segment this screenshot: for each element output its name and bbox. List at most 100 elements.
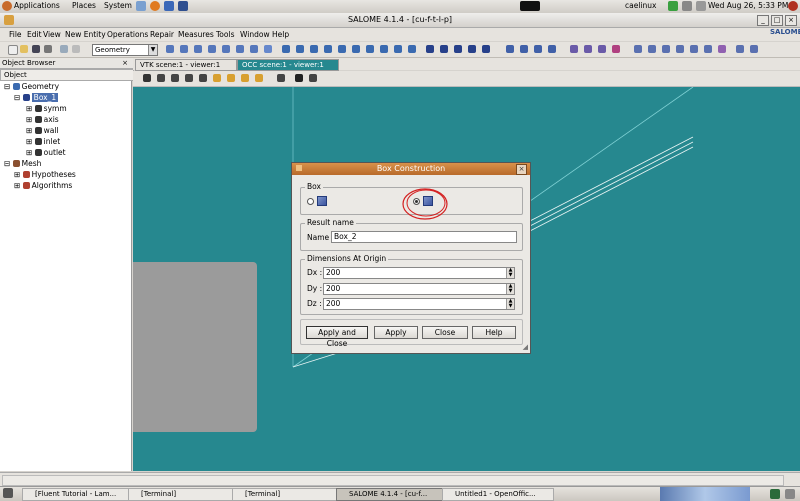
- tool-shape-3-icon[interactable]: [310, 45, 318, 53]
- boolean-1-icon[interactable]: [506, 45, 514, 53]
- box-tool-icon[interactable]: [426, 45, 434, 53]
- op-4-icon[interactable]: [676, 45, 684, 53]
- open-icon[interactable]: [20, 45, 28, 53]
- minimize-button[interactable]: _: [757, 15, 769, 26]
- tool-arc-icon[interactable]: [208, 45, 216, 53]
- tool-shape-8-icon[interactable]: [380, 45, 388, 53]
- workspace-thumbnail[interactable]: [660, 487, 750, 501]
- tool-shape-9-icon[interactable]: [394, 45, 402, 53]
- tool-shape-6-icon[interactable]: [352, 45, 360, 53]
- system-menu[interactable]: System: [104, 1, 132, 10]
- menu-tools[interactable]: Tools: [216, 30, 234, 39]
- boolean-2-icon[interactable]: [520, 45, 528, 53]
- dz-spinner[interactable]: ▲ ▼: [506, 299, 514, 309]
- power-icon[interactable]: [788, 1, 798, 11]
- close-button[interactable]: Close: [422, 326, 468, 339]
- menu-operations[interactable]: Operations: [107, 30, 148, 39]
- tree-item-algorithms[interactable]: ⊞ Algorithms: [14, 181, 72, 191]
- transform-2-icon[interactable]: [584, 45, 592, 53]
- pan-icon[interactable]: [199, 74, 207, 82]
- tool-shape-2-icon[interactable]: [296, 45, 304, 53]
- task-terminal-2[interactable]: [Terminal]: [232, 488, 344, 501]
- save-icon[interactable]: [32, 45, 40, 53]
- tool-plane-icon[interactable]: [250, 45, 258, 53]
- network-icon[interactable]: [668, 1, 678, 11]
- places-menu[interactable]: Places: [72, 1, 96, 10]
- menu-view[interactable]: View: [43, 30, 61, 39]
- tree-item-geometry[interactable]: ⊟ Geometry: [4, 82, 59, 92]
- firefox-icon[interactable]: [150, 1, 160, 11]
- dialog-close-button[interactable]: ×: [516, 164, 527, 175]
- tab-occ-viewer[interactable]: OCC scene:1 - viewer:1: [237, 59, 339, 71]
- maximize-button[interactable]: □: [771, 15, 783, 26]
- tool-point-icon[interactable]: [166, 45, 174, 53]
- fit-area-icon[interactable]: [171, 74, 179, 82]
- tree-item-axis[interactable]: ⊞ axis: [26, 115, 59, 125]
- tool-shape-10-icon[interactable]: [408, 45, 416, 53]
- update-icon[interactable]: [682, 1, 692, 11]
- dy-input[interactable]: 200 ▲ ▼: [323, 283, 515, 295]
- applications-menu[interactable]: Applications: [14, 1, 60, 10]
- cone-tool-icon[interactable]: [482, 45, 490, 53]
- task-fluent-tutorial[interactable]: [Fluent Tutorial - Lam...: [22, 488, 136, 501]
- tool-shape-1-icon[interactable]: [282, 45, 290, 53]
- view-front-icon[interactable]: [227, 74, 235, 82]
- menu-help[interactable]: Help: [272, 30, 289, 39]
- volume-icon[interactable]: [696, 1, 706, 11]
- help-icon[interactable]: [164, 1, 174, 11]
- task-openoffice[interactable]: Untitled1 - OpenOffic...: [442, 488, 554, 501]
- close-window-button[interactable]: ×: [785, 15, 797, 26]
- menu-repair[interactable]: Repair: [150, 30, 174, 39]
- trash-icon[interactable]: [785, 489, 795, 499]
- tool-shape-5-icon[interactable]: [338, 45, 346, 53]
- dialog-menu-icon[interactable]: [296, 165, 302, 171]
- op-3-icon[interactable]: [662, 45, 670, 53]
- dx-spinner[interactable]: ▲ ▼: [506, 268, 514, 278]
- launcher-icon[interactable]: [136, 1, 146, 11]
- op-1-icon[interactable]: [634, 45, 642, 53]
- torus-tool-icon[interactable]: [468, 45, 476, 53]
- clone-view-icon[interactable]: [277, 74, 285, 82]
- cylinder-tool-icon[interactable]: [440, 45, 448, 53]
- op-2-icon[interactable]: [648, 45, 656, 53]
- op-5-icon[interactable]: [690, 45, 698, 53]
- close-icon[interactable]: ×: [122, 59, 128, 67]
- view-top-icon[interactable]: [241, 74, 249, 82]
- radio-box-points[interactable]: [307, 198, 314, 205]
- tree-item-outlet[interactable]: ⊞ outlet: [26, 148, 66, 158]
- fit-all-icon[interactable]: [157, 74, 165, 82]
- op-7-icon[interactable]: [718, 45, 726, 53]
- boolean-4-icon[interactable]: [548, 45, 556, 53]
- paste-icon[interactable]: [72, 45, 80, 53]
- menu-edit[interactable]: Edit: [27, 30, 42, 39]
- print-icon[interactable]: [44, 45, 52, 53]
- task-terminal-1[interactable]: [Terminal]: [128, 488, 240, 501]
- menu-window[interactable]: Window: [240, 30, 270, 39]
- menu-measures[interactable]: Measures: [178, 30, 214, 39]
- view-left-icon[interactable]: [255, 74, 263, 82]
- clock[interactable]: Wed Aug 26, 5:33 PM: [708, 1, 788, 10]
- tool-circle-icon[interactable]: [194, 45, 202, 53]
- tool-shape-4-icon[interactable]: [324, 45, 332, 53]
- tool-vector-icon[interactable]: [236, 45, 244, 53]
- workspace-switcher-icon[interactable]: [770, 489, 780, 499]
- apply-and-close-button[interactable]: Apply and Close: [306, 326, 368, 348]
- dx-input[interactable]: 200 ▲ ▼: [323, 267, 515, 279]
- copy-icon[interactable]: [60, 45, 68, 53]
- zoom-icon[interactable]: [185, 74, 193, 82]
- tool-line-icon[interactable]: [180, 45, 188, 53]
- dz-input[interactable]: 200 ▲ ▼: [323, 298, 515, 310]
- tree-item-box-1[interactable]: ⊟ Box_1: [14, 93, 59, 103]
- trihedron-icon[interactable]: [295, 74, 303, 82]
- dy-spinner[interactable]: ▲ ▼: [506, 284, 514, 294]
- gnome-foot-icon[interactable]: [2, 1, 12, 11]
- op-8-icon[interactable]: [736, 45, 744, 53]
- apply-button[interactable]: Apply: [374, 326, 418, 339]
- rotate-icon[interactable]: [213, 74, 221, 82]
- boolean-3-icon[interactable]: [534, 45, 542, 53]
- tool-shape-7-icon[interactable]: [366, 45, 374, 53]
- sphere-tool-icon[interactable]: [454, 45, 462, 53]
- op-9-icon[interactable]: [750, 45, 758, 53]
- object-column-header[interactable]: Object: [0, 69, 134, 81]
- transform-1-icon[interactable]: [570, 45, 578, 53]
